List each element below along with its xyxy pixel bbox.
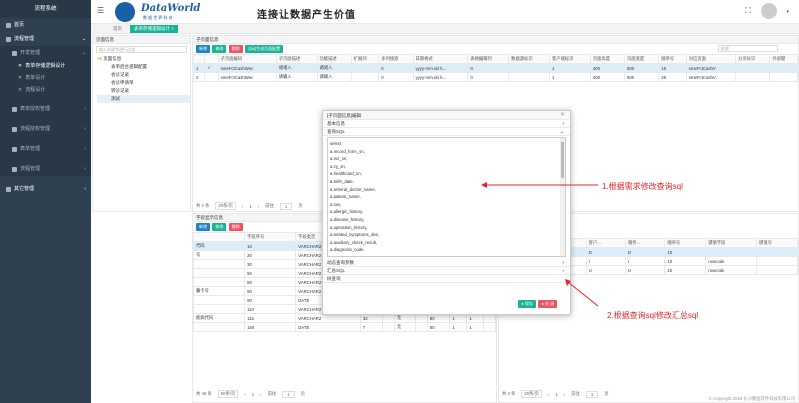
annotation-2: 2.根据查询sql修改汇总sql [607,311,699,320]
copyright: © Copyright 2018 长沙数医软件科技有限公司 [708,396,795,401]
annotation-arrowhead-1 [481,182,487,188]
annotation-arrow-2 [567,281,599,307]
annotation-1: 1.根据需求修改查询sql [602,182,683,191]
annotation-arrowhead-2 [565,279,571,286]
annotation-arrows [481,182,599,307]
